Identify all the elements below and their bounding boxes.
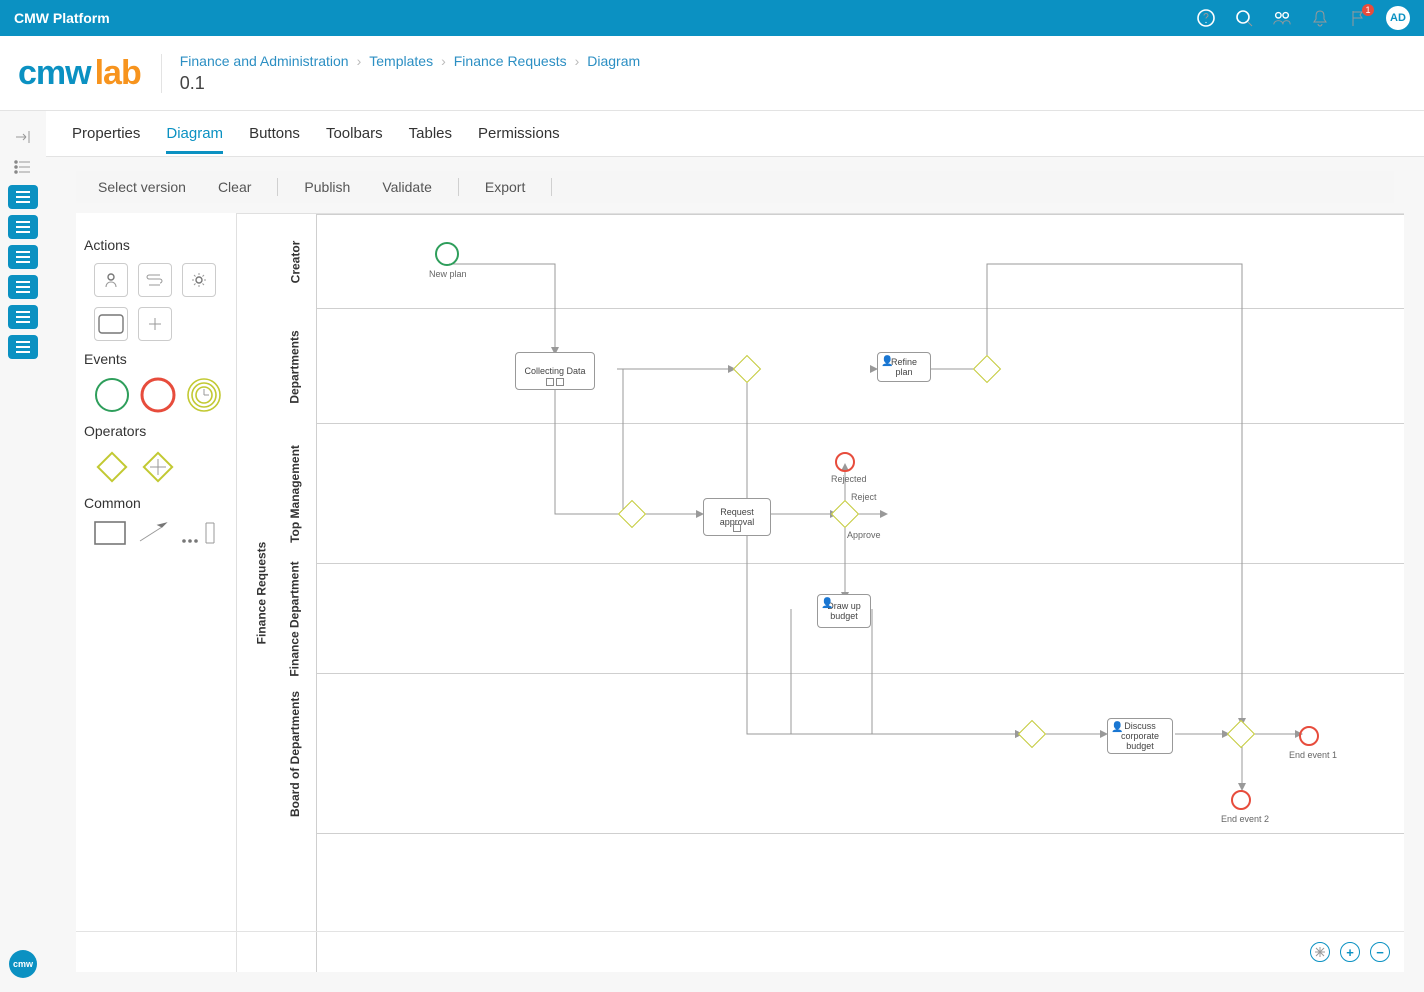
header: cmw lab Finance and Administration› Temp… [0,36,1424,111]
lane-label: Finance Department [273,564,317,674]
lane-label: Creator [273,214,317,309]
list-icon[interactable] [8,155,38,179]
rail-item-4[interactable] [8,275,38,299]
task-drawup[interactable]: 👤Draw up budget [817,594,871,628]
lane-label: Departments [273,309,317,424]
palette-section-common: Common [84,495,236,511]
tab-buttons[interactable]: Buttons [249,113,300,154]
gateway-icon[interactable] [94,449,130,485]
zoom-fit-icon[interactable] [1310,942,1330,962]
connectors [317,214,1337,854]
start-event[interactable] [435,242,459,266]
annotation-rect-icon[interactable] [94,521,126,545]
tabs: Properties Diagram Buttons Toolbars Tabl… [46,111,1424,157]
timer-event-icon[interactable] [186,377,222,413]
arrow-icon[interactable] [136,521,170,545]
search-icon[interactable] [1234,8,1254,28]
help-icon[interactable] [1196,8,1216,28]
add-task-icon[interactable] [138,307,172,341]
collapse-icon[interactable] [8,125,38,149]
flag-icon[interactable]: 1 [1348,8,1368,28]
lane-icon[interactable] [180,521,216,545]
breadcrumb: Finance and Administration› Templates› F… [180,53,640,69]
canvas-footer-divider [76,931,1404,932]
main: Properties Diagram Buttons Toolbars Tabl… [46,111,1424,992]
zoom-in-icon[interactable]: + [1340,942,1360,962]
logo: cmw lab [18,54,162,93]
end1-label: End event 1 [1289,750,1337,760]
pool-title: Finance Requests [249,214,273,972]
task-discuss[interactable]: 👤Discuss corporate budget [1107,718,1173,754]
rejected-label: Rejected [831,474,867,484]
end-event-rejected[interactable] [835,452,855,472]
breadcrumb-item[interactable]: Templates [369,53,433,69]
tab-tables[interactable]: Tables [409,113,452,154]
script-task-icon[interactable] [138,263,172,297]
task-refine[interactable]: 👤Refine plan [877,352,931,382]
rail-item-3[interactable] [8,245,38,269]
lane-label: Board of Departments [273,674,317,834]
zoom-controls: + − [1310,942,1390,962]
breadcrumb-item[interactable]: Finance and Administration [180,53,349,69]
task-collect[interactable]: Collecting Data [515,352,595,390]
rail-item-5[interactable] [8,305,38,329]
lane-label: Top Management [273,424,317,564]
topbar: CMW Platform 1 AD [0,0,1424,36]
avatar[interactable]: AD [1386,6,1410,30]
subprocess-icon[interactable] [94,307,128,341]
end-event-1[interactable] [1299,726,1319,746]
palette-section-operators: Operators [84,423,236,439]
palette-section-events: Events [84,351,236,367]
end-event-icon[interactable] [140,377,176,413]
clear-button[interactable]: Clear [212,179,257,195]
approve-label: Approve [847,530,881,540]
end-event-2[interactable] [1231,790,1251,810]
bell-icon[interactable] [1310,8,1330,28]
tab-diagram[interactable]: Diagram [166,113,223,154]
start-event-label: New plan [429,269,467,279]
topbar-icons: 1 AD [1196,6,1410,30]
tab-toolbars[interactable]: Toolbars [326,113,383,154]
select-version-button[interactable]: Select version [92,179,192,195]
palette-section-actions: Actions [84,237,236,253]
rail-item-2[interactable] [8,215,38,239]
diagram-canvas[interactable]: Finance Requests Creator Departments Top… [236,213,1404,972]
rail-item-1[interactable] [8,185,38,209]
left-rail: cmw [0,111,46,992]
brand-badge-icon[interactable]: cmw [9,950,37,978]
breadcrumb-item[interactable]: Finance Requests [454,53,567,69]
breadcrumb-item[interactable]: Diagram [587,53,640,69]
tab-permissions[interactable]: Permissions [478,113,560,154]
canvas-area: Actions Events Operators Common [76,213,1404,972]
service-task-icon[interactable] [182,263,216,297]
tab-properties[interactable]: Properties [72,113,140,154]
reject-label: Reject [851,492,877,502]
notif-badge: 1 [1362,4,1374,16]
start-event-icon[interactable] [94,377,130,413]
task-approval[interactable]: Request approval [703,498,771,536]
users-icon[interactable] [1272,8,1292,28]
end2-label: End event 2 [1221,814,1269,824]
rail-item-6[interactable] [8,335,38,359]
version-label: 0.1 [180,73,640,94]
export-button[interactable]: Export [479,179,531,195]
logo-cmw: cmw [18,54,91,93]
publish-button[interactable]: Publish [298,179,356,195]
validate-button[interactable]: Validate [376,179,438,195]
user-task-icon[interactable] [94,263,128,297]
logo-lab: lab [95,54,141,93]
parallel-gateway-icon[interactable] [140,449,176,485]
app-brand: CMW Platform [14,10,110,26]
palette: Actions Events Operators Common [76,213,236,972]
zoom-out-icon[interactable]: − [1370,942,1390,962]
diagram-toolbar: Select version Clear Publish Validate Ex… [76,171,1394,203]
